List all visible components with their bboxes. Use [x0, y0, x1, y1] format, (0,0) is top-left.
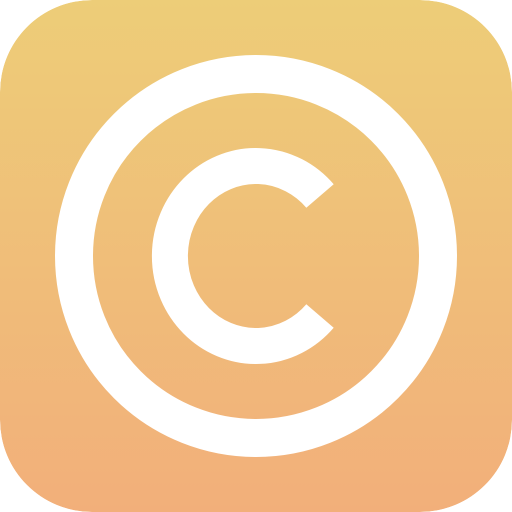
copyright-icon	[0, 0, 512, 512]
app-icon[interactable]	[0, 0, 512, 512]
